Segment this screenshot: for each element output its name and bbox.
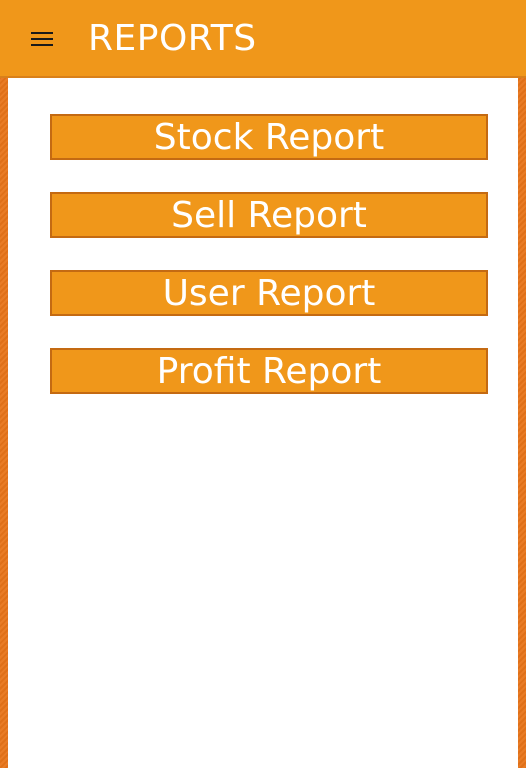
hamburger-menu-icon[interactable] <box>31 32 53 46</box>
app-bar: REPORTS <box>0 0 526 78</box>
menu-icon-line <box>31 32 53 34</box>
menu-icon-line <box>31 38 53 40</box>
user-report-button[interactable]: User Report <box>50 270 488 316</box>
profit-report-button[interactable]: Profit Report <box>50 348 488 394</box>
reports-content: Stock Report Sell Report User Report Pro… <box>8 78 518 768</box>
app-frame: REPORTS Stock Report Sell Report User Re… <box>0 0 526 768</box>
page-title: REPORTS <box>88 17 257 59</box>
stock-report-button[interactable]: Stock Report <box>50 114 488 160</box>
menu-icon-line <box>31 44 53 46</box>
sell-report-button[interactable]: Sell Report <box>50 192 488 238</box>
